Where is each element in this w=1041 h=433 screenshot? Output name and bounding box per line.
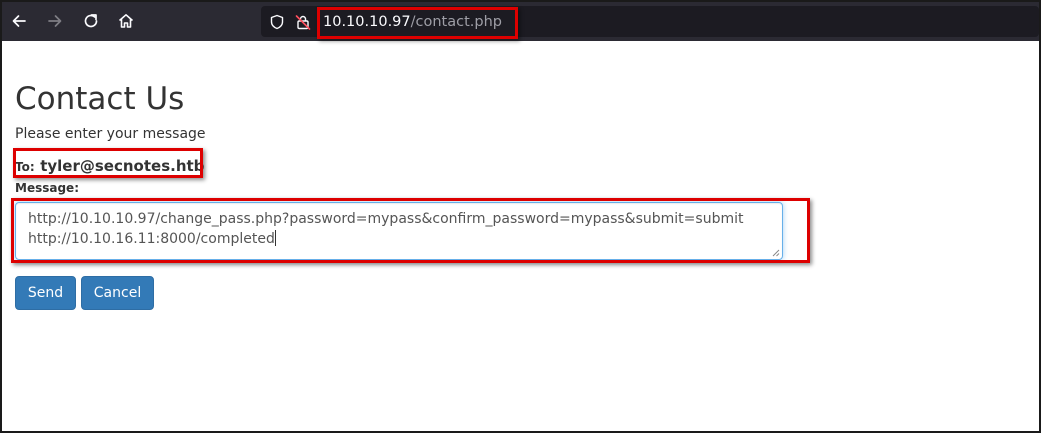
url-bar[interactable]: 10.10.10.97/contact.php bbox=[261, 6, 1039, 37]
message-textarea[interactable]: http://10.10.10.97/change_pass.php?passw… bbox=[15, 202, 783, 260]
forward-button[interactable] bbox=[42, 8, 68, 34]
browser-toolbar: 10.10.10.97/contact.php bbox=[2, 2, 1039, 41]
url-host: 10.10.10.97 bbox=[323, 14, 411, 30]
recipient-label: To: bbox=[15, 160, 35, 174]
recipient: To: tyler@secnotes.htb bbox=[15, 156, 204, 175]
page-title: Contact Us bbox=[15, 81, 185, 117]
url-text[interactable]: 10.10.10.97/contact.php bbox=[323, 12, 502, 32]
url-path: /contact.php bbox=[410, 14, 502, 30]
back-arrow-icon bbox=[12, 15, 26, 27]
cancel-button[interactable]: Cancel bbox=[81, 276, 154, 310]
home-button[interactable] bbox=[113, 8, 139, 34]
text-caret bbox=[274, 230, 276, 246]
recipient-address: tyler@secnotes.htb bbox=[40, 157, 205, 175]
message-line-2: http://10.10.16.11:8000/completed bbox=[28, 231, 275, 247]
reload-button[interactable] bbox=[78, 8, 104, 34]
forward-arrow-icon bbox=[48, 15, 62, 27]
insecure-lock-icon[interactable] bbox=[295, 14, 311, 30]
shield-icon[interactable] bbox=[269, 14, 285, 30]
home-icon bbox=[118, 14, 134, 28]
send-button[interactable]: Send bbox=[15, 276, 76, 310]
back-button[interactable] bbox=[6, 8, 32, 34]
message-label: Message: bbox=[15, 181, 79, 195]
page-subtitle: Please enter your message bbox=[15, 126, 206, 142]
reload-icon bbox=[84, 14, 98, 28]
message-line-1: http://10.10.10.97/change_pass.php?passw… bbox=[28, 211, 744, 227]
resize-grip-icon[interactable] bbox=[771, 248, 780, 257]
browser-window: 10.10.10.97/contact.php Contact Us Pleas… bbox=[0, 0, 1041, 433]
